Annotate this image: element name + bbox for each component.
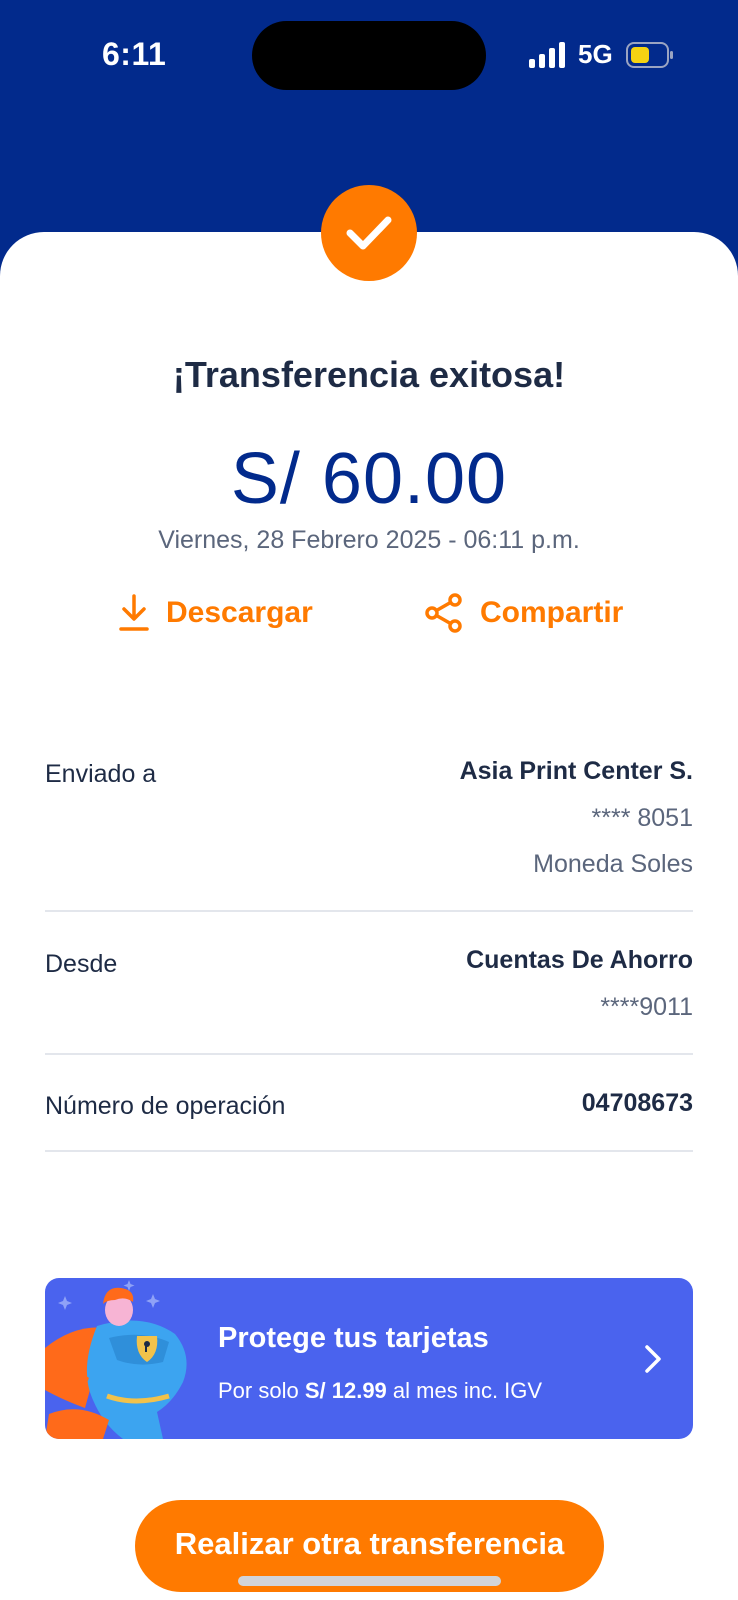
recipient-currency: Moneda Soles: [533, 850, 693, 878]
recipient-account: **** 8051: [591, 804, 693, 832]
superhero-illustration: [45, 1280, 187, 1439]
network-label: 5G: [578, 39, 613, 69]
sent-to-label: Enviado a: [45, 760, 157, 788]
operation-number-label: Número de operación: [45, 1092, 286, 1120]
promo-title: Protege tus tarjetas: [218, 1322, 489, 1354]
receipt-title: ¡Transferencia exitosa!: [172, 354, 566, 395]
promo-subtitle: Por solo S/ 12.99 al mes inc. IGV: [218, 1378, 543, 1403]
home-indicator: [238, 1576, 501, 1586]
success-check-badge: [321, 185, 417, 281]
checkmark-icon: [346, 216, 392, 250]
share-label: Compartir: [480, 596, 624, 629]
divider: [45, 1150, 693, 1152]
divider: [45, 910, 693, 912]
download-button[interactable]: Descargar: [118, 590, 313, 636]
divider: [45, 1053, 693, 1055]
source-account-type: Cuentas De Ahorro: [466, 946, 693, 974]
promo-price: S/ 12.99: [304, 1378, 387, 1403]
transfer-amount: S/ 60.00: [230, 439, 508, 519]
status-time: 6:11: [102, 36, 167, 72]
chevron-right-icon: [645, 1345, 661, 1373]
status-bar: 6:11 5G: [0, 0, 738, 110]
recipient-name: Asia Print Center S.: [459, 757, 693, 785]
signal-icon: [529, 42, 565, 68]
protect-cards-banner[interactable]: Protege tus tarjetas Por solo S/ 12.99 a…: [45, 1278, 693, 1439]
download-icon: [119, 594, 149, 631]
share-icon: [425, 593, 462, 633]
download-label: Descargar: [166, 596, 313, 629]
operation-number: 04708673: [581, 1089, 693, 1117]
dynamic-island: [252, 21, 486, 90]
share-button[interactable]: Compartir: [424, 590, 623, 636]
source-account-number: ****9011: [600, 993, 693, 1021]
battery-icon: [626, 42, 673, 68]
transfer-datetime: Viernes, 28 Febrero 2025 - 06:11 p.m.: [158, 526, 580, 554]
from-label: Desde: [45, 950, 118, 978]
